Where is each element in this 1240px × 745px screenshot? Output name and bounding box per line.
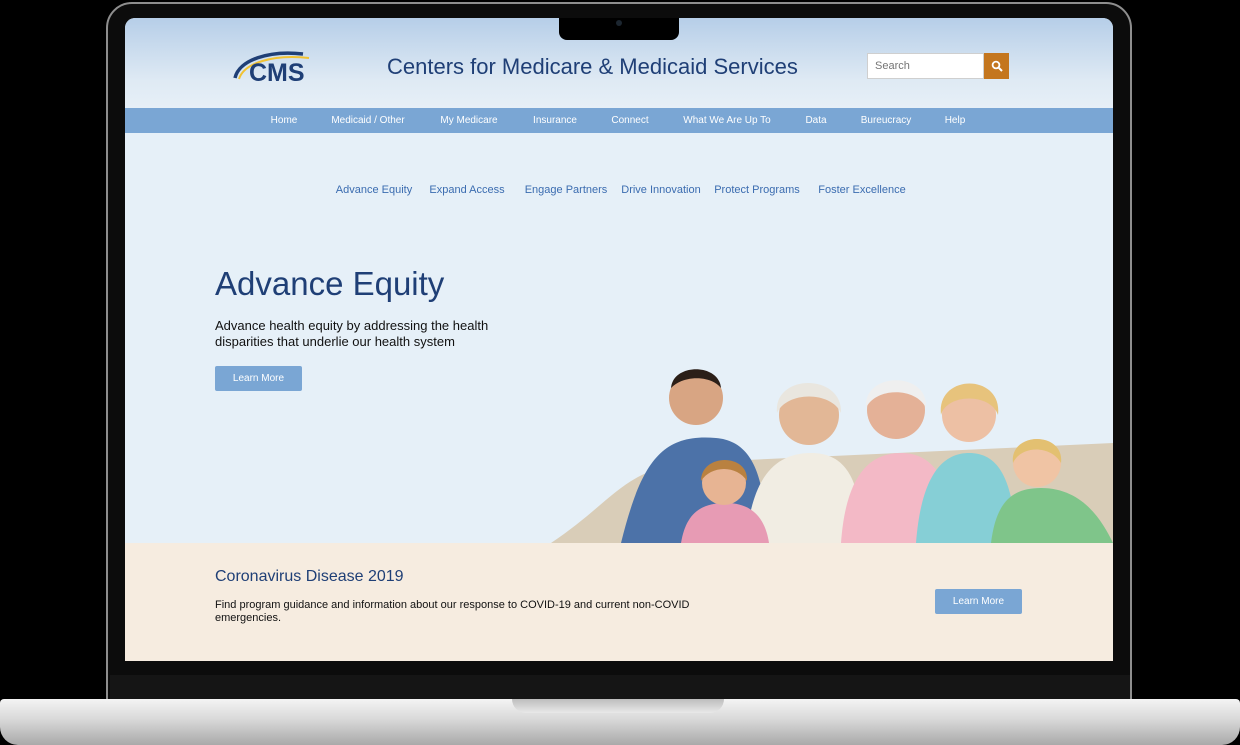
nav-item-insurance[interactable]: Insurance: [533, 108, 577, 133]
laptop-groove: [512, 699, 724, 713]
subnav-expand-access[interactable]: Expand Access: [429, 184, 504, 196]
search-button[interactable]: [984, 53, 1009, 79]
hero-learn-more-button[interactable]: Learn More: [215, 366, 302, 391]
search-icon: [991, 60, 1003, 72]
sub-nav: Advance Equity Expand Access Engage Part…: [125, 184, 1113, 200]
hero-title: Advance Equity: [215, 265, 445, 302]
subnav-engage-partners[interactable]: Engage Partners: [525, 184, 608, 196]
nav-item-what-we-are-up-to[interactable]: What We Are Up To: [683, 108, 770, 133]
webcam-icon: [616, 20, 622, 26]
nav-item-connect[interactable]: Connect: [611, 108, 648, 133]
laptop-base: [0, 699, 1240, 745]
nav-item-help[interactable]: Help: [945, 108, 966, 133]
hero-description: Advance health equity by addressing the …: [215, 318, 489, 349]
site-title: Centers for Medicare & Medicaid Services: [387, 54, 798, 79]
browser-screen: CMS Centers for Medicare & Medicaid Serv…: [125, 18, 1113, 661]
covid-banner: Coronavirus Disease 2019 Find program gu…: [125, 543, 1113, 661]
search-input[interactable]: [867, 53, 984, 79]
main-nav: Home Medicaid / Other My Medicare Insura…: [125, 108, 1113, 133]
nav-item-data[interactable]: Data: [805, 108, 826, 133]
subnav-advance-equity[interactable]: Advance Equity: [336, 184, 412, 196]
laptop-chin: [110, 675, 1130, 699]
logo-text: CMS: [249, 59, 305, 86]
covid-learn-more-button[interactable]: Learn More: [935, 589, 1022, 614]
subnav-drive-innovation[interactable]: Drive Innovation: [621, 184, 701, 196]
family-photo: [551, 369, 1113, 543]
nav-item-home[interactable]: Home: [271, 108, 298, 133]
nav-item-bureucracy[interactable]: Bureucracy: [861, 108, 912, 133]
covid-description: Find program guidance and information ab…: [215, 599, 690, 624]
subnav-foster-excellence[interactable]: Foster Excellence: [818, 184, 905, 196]
nav-item-medicaid-other[interactable]: Medicaid / Other: [331, 108, 404, 133]
covid-title: Coronavirus Disease 2019: [215, 568, 404, 585]
cms-logo[interactable]: CMS: [229, 48, 333, 86]
nav-item-my-medicare[interactable]: My Medicare: [440, 108, 497, 133]
camera-notch: [559, 18, 679, 40]
subnav-protect-programs[interactable]: Protect Programs: [714, 184, 800, 196]
